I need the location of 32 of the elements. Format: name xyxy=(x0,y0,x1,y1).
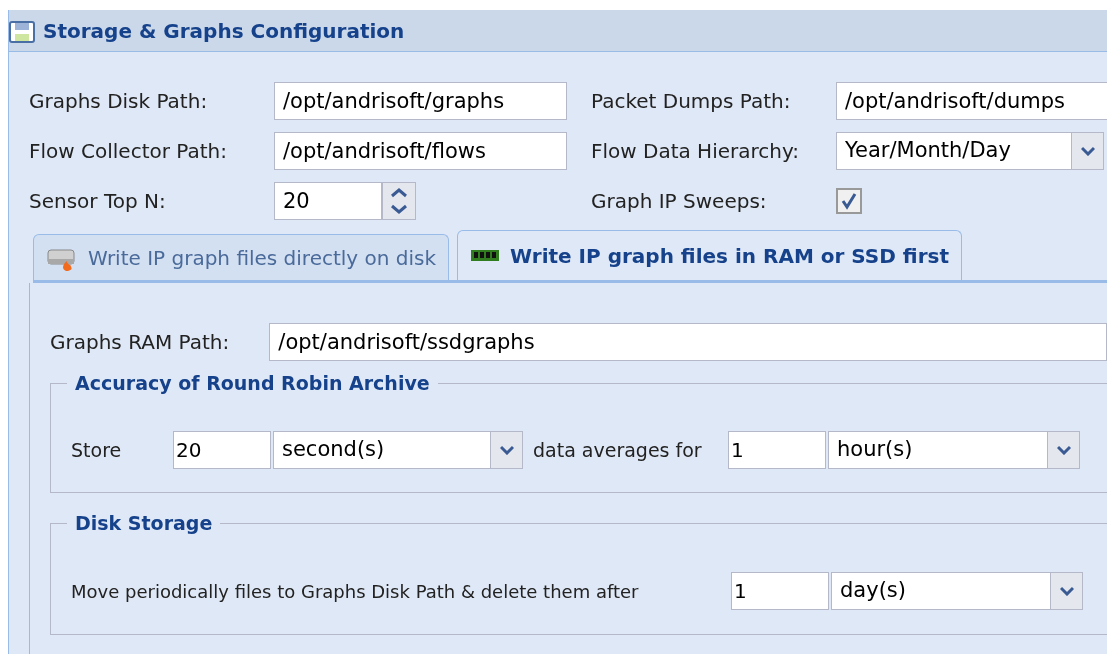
field-label: Flow Collector Path: xyxy=(29,138,228,165)
input-field[interactable]: /opt/andrisoft/dumps xyxy=(836,82,1107,120)
dropdown-field[interactable]: second(s) xyxy=(273,431,523,469)
tab[interactable]: Write IP graph files directly on disk xyxy=(33,234,450,280)
field-label: Packet Dumps Path: xyxy=(591,88,792,115)
checkbox[interactable] xyxy=(836,188,862,214)
field-label: Flow Data Hierarchy: xyxy=(591,138,801,165)
input-field[interactable]: /opt/andrisoft/graphs xyxy=(274,82,567,120)
input-field[interactable]: 1 xyxy=(728,431,826,469)
chevron-down-icon[interactable] xyxy=(499,445,514,455)
input-field[interactable]: 1 xyxy=(731,572,829,610)
dropdown-field[interactable]: Year/Month/Day xyxy=(836,132,1104,170)
dropdown-field[interactable]: hour(s) xyxy=(828,431,1080,469)
tab[interactable]: Write IP graph files in RAM or SSD first xyxy=(457,230,962,280)
field-label: Graphs Disk Path: xyxy=(29,88,209,115)
chevron-down-icon[interactable] xyxy=(1059,586,1074,596)
panel-title: Storage & Graphs Configuration xyxy=(43,17,405,45)
memory-chip-icon xyxy=(470,247,501,264)
field-label: Graph IP Sweeps: xyxy=(591,188,768,215)
number-field[interactable]: 20 xyxy=(274,182,382,220)
input-field[interactable]: /opt/andrisoft/flows xyxy=(274,132,567,170)
input-field[interactable]: /opt/andrisoft/ssdgraphs xyxy=(269,323,1107,361)
field-label: Store xyxy=(71,437,123,463)
field-label: Graphs RAM Path: xyxy=(50,329,231,356)
field-label: Move periodically files to Graphs Disk Path & delete them after xyxy=(71,579,640,604)
input-field[interactable]: 20 xyxy=(173,431,271,469)
chevron-down-icon[interactable] xyxy=(1080,146,1095,156)
dropdown-field[interactable]: day(s) xyxy=(831,572,1083,610)
field-label: data averages for xyxy=(533,437,703,463)
spinner-arrows-icon[interactable] xyxy=(382,182,416,220)
field-label: Sensor Top N: xyxy=(29,188,167,215)
chevron-down-icon[interactable] xyxy=(1056,445,1071,455)
